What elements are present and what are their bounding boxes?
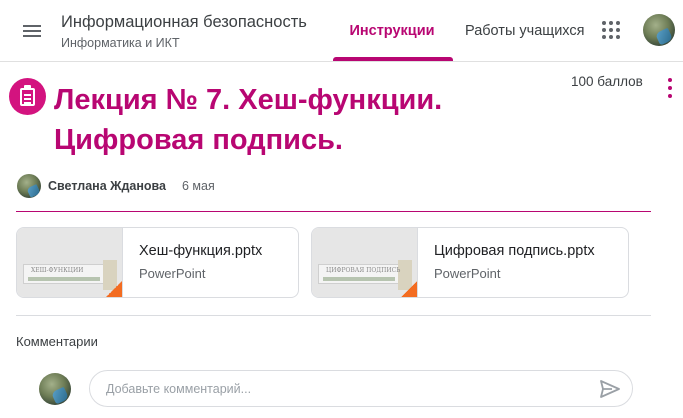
attachment-card[interactable]: ХЕШ-ФУНКЦИИ Хеш-функция.pptx PowerPoint	[16, 227, 299, 298]
class-subtitle: Информатика и ИКТ	[61, 36, 180, 50]
comments-heading: Комментарии	[16, 334, 98, 349]
tab-student-work[interactable]: Работы учащихся	[465, 0, 584, 61]
assignment-title: Лекция № 7. Хеш-функции. Цифровая подпис…	[54, 84, 443, 156]
send-icon[interactable]	[598, 377, 622, 401]
attachment-card[interactable]: ЦИФРОВАЯ ПОДПИСЬ Цифровая подпись.pptx P…	[311, 227, 629, 298]
class-title: Информационная безопасность	[61, 13, 307, 31]
thumbnail-text: ХЕШ-ФУНКЦИИ	[31, 267, 84, 274]
assignment-icon	[9, 78, 46, 115]
attachment-type: PowerPoint	[139, 266, 206, 281]
more-options-icon[interactable]	[664, 76, 676, 100]
section-divider	[16, 315, 651, 316]
author-avatar	[17, 174, 41, 198]
author-name: Светлана Жданова	[48, 179, 166, 193]
author-row: Светлана Жданова 6 мая	[17, 174, 215, 198]
account-avatar[interactable]	[643, 14, 675, 46]
assignment-points: 100 баллов	[571, 74, 643, 89]
send-arrow-icon	[600, 380, 620, 398]
apps-grid-icon[interactable]	[597, 16, 625, 44]
comment-input[interactable]	[89, 370, 633, 407]
attachment-thumbnail: ХЕШ-ФУНКЦИИ	[17, 228, 123, 297]
attachment-name: Цифровая подпись.pptx	[434, 243, 595, 259]
top-bar: Информационная безопасность Информатика …	[0, 0, 683, 62]
class-info[interactable]: Информационная безопасность Информатика …	[61, 12, 307, 51]
attachment-name: Хеш-функция.pptx	[139, 243, 263, 259]
header-divider	[16, 211, 651, 212]
tab-instructions[interactable]: Инструкции	[331, 0, 453, 61]
hamburger-menu-icon	[23, 25, 41, 37]
commenter-avatar	[39, 373, 71, 405]
clipboard-icon	[20, 84, 35, 106]
powerpoint-icon	[104, 281, 122, 297]
attachment-thumbnail: ЦИФРОВАЯ ПОДПИСЬ	[312, 228, 418, 297]
main-menu-button[interactable]	[14, 13, 50, 49]
thumbnail-text: ЦИФРОВАЯ ПОДПИСЬ	[326, 267, 401, 274]
attachment-type: PowerPoint	[434, 266, 501, 281]
post-date: 6 мая	[182, 179, 215, 193]
powerpoint-icon	[399, 281, 417, 297]
